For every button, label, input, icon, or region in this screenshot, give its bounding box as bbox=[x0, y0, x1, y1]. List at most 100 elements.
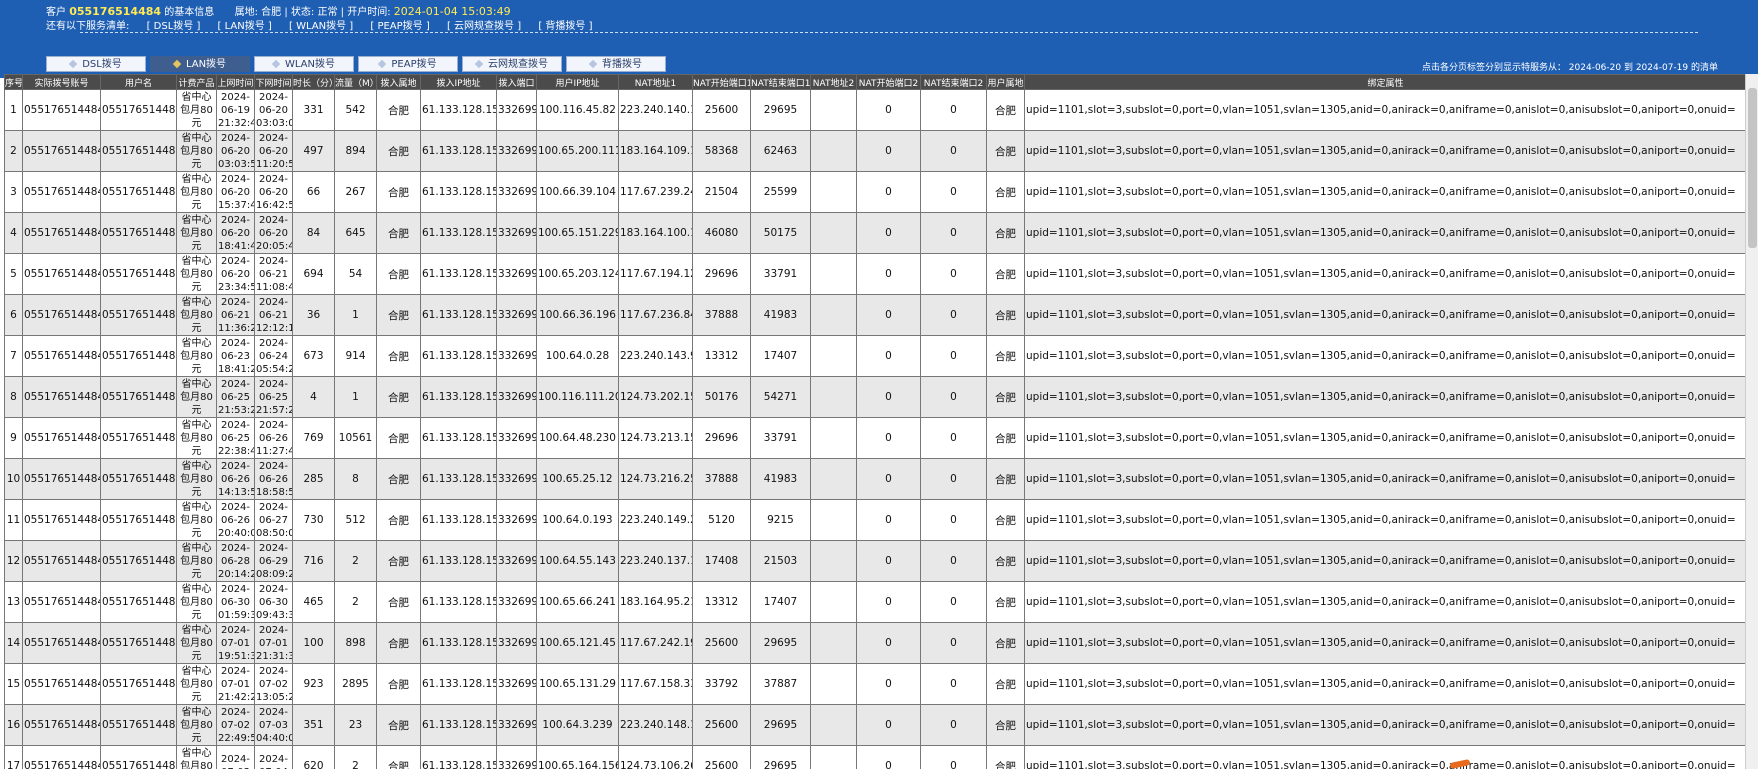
cell-area: 合肥 bbox=[376, 376, 421, 418]
cell-binding: upid=1101,slot=3,subslot=0,port=0,vlan=1… bbox=[1024, 130, 1746, 172]
table-row[interactable]: 1 055176514484 055176514484 省中心包月80元 2024-06… bbox=[4, 89, 1746, 131]
service-link-cloud[interactable]: [ 云网规查拨号 ] bbox=[447, 21, 521, 32]
column-header: 上网时间 bbox=[216, 74, 255, 90]
service-link-wlan[interactable]: [ WLAN拨号 ] bbox=[289, 21, 353, 32]
column-header: NAT结束端口1 bbox=[750, 74, 811, 90]
cell-binding: upid=1101,slot=3,subslot=0,port=0,vlan=1… bbox=[1024, 294, 1746, 336]
cell-nat1: 124.73.216.253 bbox=[618, 458, 693, 500]
cell-ns2: 0 bbox=[856, 212, 921, 254]
cell-account: 055176514484 bbox=[22, 335, 101, 377]
cell-flow: 267 bbox=[334, 171, 377, 213]
table-row[interactable]: 12 055176514484 055176514484 省中心包月80元 2024-0… bbox=[4, 540, 1746, 582]
cell-ne2: 0 bbox=[920, 499, 987, 541]
cell-on: 2024-06-20 03:03:55 bbox=[216, 130, 255, 172]
cell-ne2: 0 bbox=[920, 253, 987, 295]
table-row[interactable]: 16 055176514484 055176514484 省中心包月80元 2024-0… bbox=[4, 704, 1746, 746]
cell-ne1: 21503 bbox=[750, 540, 811, 582]
cell-on: 2024-06-20 15:37:49 bbox=[216, 171, 255, 213]
table-row[interactable]: 8 055176514484 055176514484 省中心包月80元 2024-06… bbox=[4, 376, 1746, 418]
table-row[interactable]: 11 055176514484 055176514484 省中心包月80元 2024-0… bbox=[4, 499, 1746, 541]
cell-on: 2024-07-01 21:42:21 bbox=[216, 663, 255, 705]
cell-account: 055176514484 bbox=[22, 622, 101, 664]
service-link-lan[interactable]: [ LAN拨号 ] bbox=[218, 21, 272, 32]
cell-user: 055176514484 bbox=[100, 581, 177, 623]
tab-cloud[interactable]: 云网规查拨号 bbox=[462, 56, 562, 72]
cell-flow: 2 bbox=[334, 540, 377, 582]
cell-nat2 bbox=[810, 89, 857, 131]
table-row[interactable]: 4 055176514484 055176514484 省中心包月80元 2024-06… bbox=[4, 212, 1746, 254]
cell-ne1: 62463 bbox=[750, 130, 811, 172]
table-row[interactable]: 7 055176514484 055176514484 省中心包月80元 2024-06… bbox=[4, 335, 1746, 377]
cell-ns1: 13312 bbox=[692, 335, 751, 377]
cell-nat2 bbox=[810, 253, 857, 295]
table-row[interactable]: 9 055176514484 055176514484 省中心包月80元 2024-06… bbox=[4, 417, 1746, 459]
cell-no: 2 bbox=[4, 130, 23, 172]
cell-ne1: 17407 bbox=[750, 581, 811, 623]
tab-lan[interactable]: LAN拨号 bbox=[150, 56, 250, 72]
cell-binding: upid=1101,slot=3,subslot=0,port=0,vlan=1… bbox=[1024, 499, 1746, 541]
table-row[interactable]: 6 055176514484 055176514484 省中心包月80元 2024-06… bbox=[4, 294, 1746, 336]
tab-peap[interactable]: PEAP拨号 bbox=[358, 56, 458, 72]
cell-account: 055176514484 bbox=[22, 704, 101, 746]
cell-nat2 bbox=[810, 499, 857, 541]
tab-wlan[interactable]: WLAN拨号 bbox=[254, 56, 354, 72]
cell-flow: 512 bbox=[334, 499, 377, 541]
service-link-peap[interactable]: [ PEAP拨号 ] bbox=[370, 21, 429, 32]
cell-uarea: 合肥 bbox=[986, 212, 1025, 254]
cell-nat2 bbox=[810, 704, 857, 746]
cell-binding: upid=1101,slot=3,subslot=0,port=0,vlan=1… bbox=[1024, 171, 1746, 213]
cell-uip: 100.65.203.124 bbox=[536, 253, 619, 295]
cell-user: 055176514484 bbox=[100, 745, 177, 769]
cell-ns2: 0 bbox=[856, 622, 921, 664]
table-row[interactable]: 13 055176514484 055176514484 省中心包月80元 2024-0… bbox=[4, 581, 1746, 623]
table-row[interactable]: 10 055176514484 055176514484 省中心包月80元 2024-0… bbox=[4, 458, 1746, 500]
scrollbar-thumb[interactable] bbox=[1748, 88, 1757, 248]
cell-uarea: 合肥 bbox=[986, 745, 1025, 769]
cell-area: 合肥 bbox=[376, 458, 421, 500]
table-row[interactable]: 5 055176514484 055176514484 省中心包月80元 2024-06… bbox=[4, 253, 1746, 295]
cell-uarea: 合肥 bbox=[986, 663, 1025, 705]
cell-user: 055176514484 bbox=[100, 458, 177, 500]
cell-on: 2024-06-19 21:32:45 bbox=[216, 89, 255, 131]
cell-ne1: 50175 bbox=[750, 212, 811, 254]
cell-user: 055176514484 bbox=[100, 130, 177, 172]
cell-nat1: 223.240.137.131 bbox=[618, 540, 693, 582]
cell-nat1: 117.67.158.33 bbox=[618, 663, 693, 705]
cell-ne2: 0 bbox=[920, 417, 987, 459]
cell-ne1: 54271 bbox=[750, 376, 811, 418]
cell-uarea: 合肥 bbox=[986, 171, 1025, 213]
cell-off: 2024-06-21 11:08:49 bbox=[254, 253, 293, 295]
table-row[interactable]: 15 055176514484 055176514484 省中心包月80元 2024-0… bbox=[4, 663, 1746, 705]
vertical-scrollbar[interactable] bbox=[1745, 74, 1758, 769]
table-row[interactable]: 2 055176514484 055176514484 省中心包月80元 2024-06… bbox=[4, 130, 1746, 172]
records-table-container: 序号 实际拨号账号 用户名 计费产品 上网时间 下网时间 时长（分） 流量（M） 拨入属地 拨入I… bbox=[4, 74, 1746, 769]
cell-dur: 730 bbox=[292, 499, 335, 541]
table-row[interactable]: 3 055176514484 055176514484 省中心包月80元 2024-06… bbox=[4, 171, 1746, 213]
service-link-backup[interactable]: [ 背播拨号 ] bbox=[538, 21, 592, 32]
cell-ns1: 25600 bbox=[692, 622, 751, 664]
cell-on: 2024-07-02 22:49:59 bbox=[216, 704, 255, 746]
tab-backup[interactable]: 背播拨号 bbox=[566, 56, 666, 72]
table-row[interactable]: 17055176514484055176514484省中心包月80元2024-0… bbox=[4, 745, 1746, 769]
cell-flow: 23 bbox=[334, 704, 377, 746]
cell-ne1: 33791 bbox=[750, 417, 811, 459]
column-header: 拨入IP地址 bbox=[420, 74, 497, 90]
table-row[interactable]: 14 055176514484 055176514484 省中心包月80元 2024-0… bbox=[4, 622, 1746, 664]
tab-dsl[interactable]: DSL拨号 bbox=[46, 56, 146, 72]
service-link-dsl[interactable]: [ DSL拨号 ] bbox=[147, 21, 201, 32]
cell-ns2: 0 bbox=[856, 253, 921, 295]
cell-on: 2024-06-26 20:40:02 bbox=[216, 499, 255, 541]
cell-ns2: 0 bbox=[856, 294, 921, 336]
cell-ne1: 29695 bbox=[750, 622, 811, 664]
cell-nat2 bbox=[810, 294, 857, 336]
cell-binding: upid=1101,slot=3,subslot=0,port=0,vlan=1… bbox=[1024, 376, 1746, 418]
divider bbox=[80, 32, 1698, 33]
cell-flow: 894 bbox=[334, 130, 377, 172]
cell-ip: 61.133.128.150 bbox=[420, 458, 497, 500]
column-header: 拨入端口 bbox=[496, 74, 537, 90]
cell-binding: upid=1101,slot=3,subslot=0,port=0,vlan=1… bbox=[1024, 704, 1746, 746]
cell-off: 2024-06-20 11:20:55 bbox=[254, 130, 293, 172]
column-header: NAT开始端口2 bbox=[856, 74, 921, 90]
cell-account: 055176514484 bbox=[22, 663, 101, 705]
cell-account: 055176514484 bbox=[22, 89, 101, 131]
